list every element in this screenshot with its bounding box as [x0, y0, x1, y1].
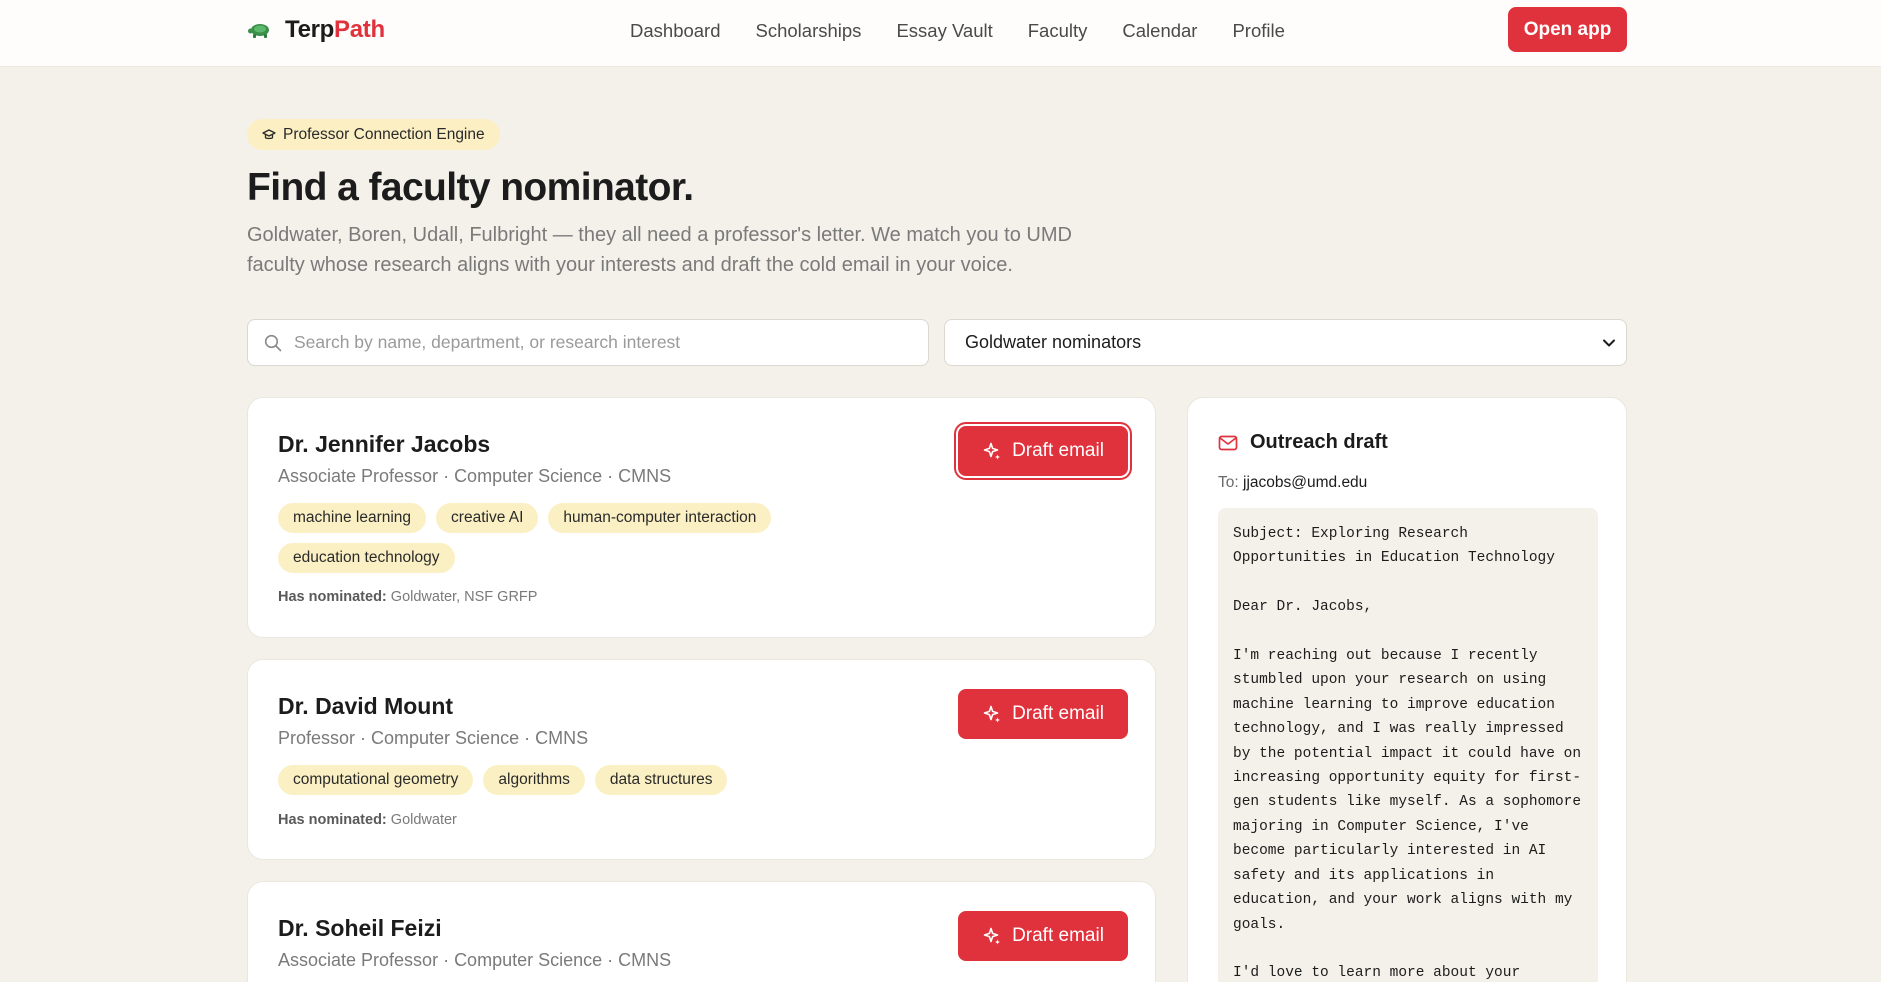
- top-nav: TerpPath Dashboard Scholarships Essay Va…: [0, 0, 1881, 67]
- recipient-line: To: jjacobs@umd.edu: [1218, 474, 1368, 491]
- research-tag: machine learning: [278, 503, 427, 533]
- sparkle-icon: [983, 927, 1001, 945]
- draft-email-button[interactable]: Draft email: [958, 426, 1128, 476]
- draft-email-button[interactable]: Draft email: [958, 689, 1128, 739]
- graduation-cap-icon: [262, 128, 276, 139]
- open-app-button[interactable]: Open app: [1508, 7, 1627, 52]
- research-tag: data structures: [594, 765, 728, 795]
- faculty-card: Dr. Soheil Feizi Associate Professor · C…: [247, 881, 1156, 982]
- turtle-icon: [248, 24, 269, 38]
- section-badge: Professor Connection Engine: [247, 119, 500, 150]
- search-box: [247, 319, 929, 366]
- nav-links: Dashboard Scholarships Essay Vault Facul…: [630, 20, 1285, 42]
- email-draft-body[interactable]: Subject: Exploring Research Opportunitie…: [1218, 508, 1598, 982]
- draft-email-label: Draft email: [1012, 703, 1104, 724]
- page-subtitle: Goldwater, Boren, Udall, Fulbright — the…: [247, 224, 1072, 276]
- outreach-panel: Outreach draft To: jjacobs@umd.edu Subje…: [1187, 397, 1627, 982]
- faculty-card: Dr. David Mount Professor · Computer Sci…: [247, 659, 1156, 860]
- research-tag: education technology: [278, 543, 455, 573]
- draft-email-label: Draft email: [1012, 925, 1104, 946]
- search-icon: [264, 334, 282, 351]
- mail-icon: [1218, 435, 1238, 450]
- brand-name: TerpPath: [285, 16, 385, 43]
- faculty-role: Professor · Computer Science · CMNS: [278, 728, 589, 748]
- faculty-role: Associate Professor · Computer Science ·…: [278, 950, 672, 970]
- brand-logo[interactable]: TerpPath: [247, 16, 385, 44]
- faculty-card: Dr. Jennifer Jacobs Associate Professor …: [247, 397, 1156, 638]
- nominator-filter-select[interactable]: Goldwater nominators: [944, 319, 1627, 366]
- recipient-email: jjacobs@umd.edu: [1243, 474, 1368, 491]
- nav-link-calendar[interactable]: Calendar: [1122, 20, 1197, 42]
- research-tags: machine learning creative AI human-compu…: [278, 503, 838, 573]
- faculty-name: Dr. Jennifer Jacobs: [278, 431, 491, 457]
- sparkle-icon: [983, 705, 1001, 723]
- nav-link-dashboard[interactable]: Dashboard: [630, 20, 721, 42]
- research-tag: human-computer interaction: [548, 503, 772, 533]
- sparkle-icon: [983, 442, 1001, 460]
- section-badge-label: Professor Connection Engine: [283, 125, 485, 143]
- nav-link-profile[interactable]: Profile: [1232, 20, 1284, 42]
- draft-email-label: Draft email: [1012, 440, 1104, 461]
- page-title: Find a faculty nominator.: [247, 166, 694, 209]
- nomination-history: Has nominated: Goldwater: [278, 812, 457, 828]
- research-tag: creative AI: [436, 503, 539, 533]
- draft-email-button[interactable]: Draft email: [958, 911, 1128, 961]
- outreach-header: Outreach draft: [1218, 431, 1388, 454]
- chevron-down-icon: [1603, 339, 1615, 346]
- faculty-name: Dr. Soheil Feizi: [278, 915, 442, 941]
- nav-link-essay-vault[interactable]: Essay Vault: [896, 20, 992, 42]
- search-input[interactable]: [294, 332, 894, 353]
- nav-link-scholarships[interactable]: Scholarships: [756, 20, 862, 42]
- research-tags: computational geometry algorithms data s…: [278, 765, 838, 795]
- research-tag: algorithms: [483, 765, 585, 795]
- research-tag: computational geometry: [278, 765, 474, 795]
- faculty-role: Associate Professor · Computer Science ·…: [278, 466, 672, 486]
- nav-link-faculty[interactable]: Faculty: [1028, 20, 1088, 42]
- outreach-title: Outreach draft: [1250, 431, 1388, 453]
- nomination-history: Has nominated: Goldwater, NSF GRFP: [278, 589, 538, 605]
- filter-selected-value: Goldwater nominators: [965, 332, 1142, 352]
- faculty-name: Dr. David Mount: [278, 693, 454, 719]
